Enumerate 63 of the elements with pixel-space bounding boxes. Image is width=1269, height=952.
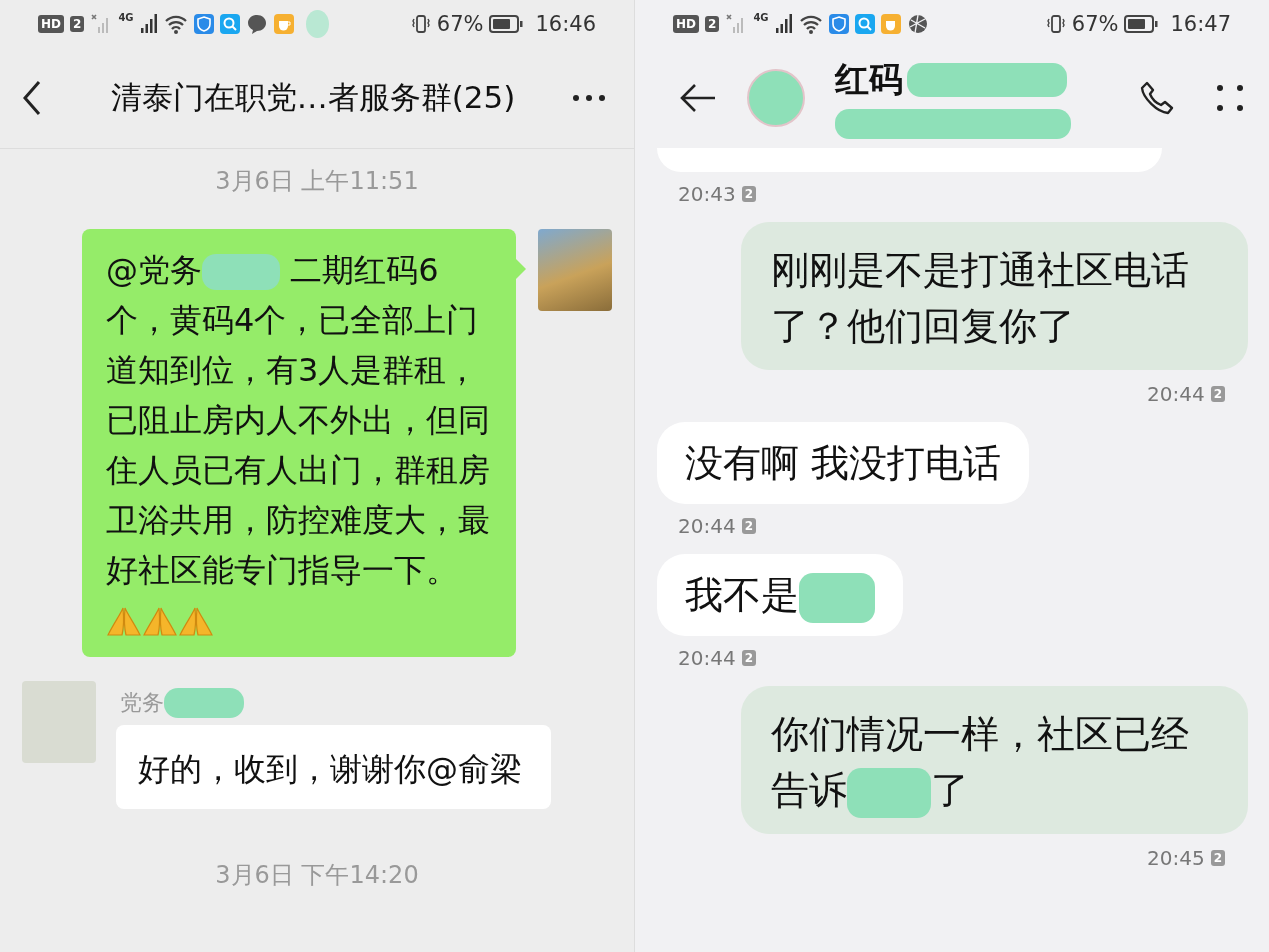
- chat-bubble-icon: [245, 13, 268, 35]
- phone-icon: [1139, 80, 1175, 116]
- chevron-left-icon: [22, 80, 42, 116]
- search-app-icon: [854, 13, 875, 35]
- sim-badge: 2: [705, 16, 720, 32]
- more-icon: [572, 94, 606, 102]
- message-time: 20:44: [1147, 382, 1205, 406]
- message-text: 我不是: [685, 573, 799, 617]
- sim-badge: 2: [1210, 850, 1225, 866]
- signal-icon: [774, 13, 793, 35]
- message-text: 个，黄码4个，已全部上门道知到位，有3人是群租，已阻止房内人不外出，但同住人员已有人出门，群租房卫浴共用，防控难度大，最好社区能专门指导一下。: [106, 300, 491, 591]
- battery-icon: [1124, 13, 1159, 35]
- message-text: 告诉: [771, 768, 847, 812]
- timestamp: 3月6日 上午11:51: [214, 166, 420, 197]
- network-label: 4G: [753, 12, 769, 23]
- more-button[interactable]: [1215, 83, 1245, 113]
- sim-badge: 2: [741, 186, 756, 202]
- signal-icon: [139, 13, 158, 35]
- message-text: 了: [931, 768, 969, 812]
- shield-app-icon: [193, 13, 214, 35]
- network-label: 4G: [118, 12, 134, 23]
- hd-badge: HD: [38, 15, 64, 33]
- message-text: 好的，收到，谢谢你@俞梁: [138, 750, 522, 788]
- shield-app-icon: [828, 13, 849, 35]
- vibrate-icon: [1045, 13, 1066, 35]
- call-button[interactable]: [1139, 80, 1175, 116]
- globe-icon: [906, 13, 929, 35]
- message-text: 刚刚是不是打通社区电话了？他们回复你了: [771, 248, 1189, 348]
- praying-hands-icon: [142, 605, 178, 639]
- vibrate-icon: [410, 13, 431, 35]
- status-time: 16:47: [1170, 12, 1231, 36]
- battery-icon: [489, 13, 524, 35]
- status-time: 16:46: [535, 12, 596, 36]
- message-text: @党务: [106, 251, 202, 289]
- hd-badge: HD: [673, 15, 699, 33]
- sim-badge: 2: [741, 650, 756, 666]
- message-text: 没有啊 我没打电话: [685, 441, 1002, 485]
- sim-badge: 2: [70, 16, 85, 32]
- search-app-icon: [219, 13, 240, 35]
- contact-name: 红码: [835, 58, 903, 101]
- praying-hands-icon: [178, 605, 214, 639]
- avatar: [747, 69, 805, 127]
- battery-percent: 67%: [436, 12, 484, 36]
- timestamp: 3月6日 下午14:20: [214, 860, 420, 891]
- chat-title: 清泰门在职党…者服务群(25): [109, 78, 517, 117]
- back-button[interactable]: [679, 83, 717, 113]
- battery-percent: 67%: [1071, 12, 1119, 36]
- wifi-icon: [798, 13, 823, 35]
- message-time: 20:44: [678, 646, 736, 670]
- praying-hands-icon: [106, 605, 142, 639]
- message-time: 20:44: [678, 514, 736, 538]
- message-time: 20:45: [1147, 846, 1205, 870]
- message-text: 二期红码6: [289, 251, 439, 289]
- more-icon: [1215, 83, 1245, 113]
- message-text: 你们情况一样，社区已经: [771, 711, 1190, 758]
- sim-badge: 2: [1210, 386, 1225, 402]
- wifi-icon: [163, 13, 188, 35]
- cup-app-icon: [273, 13, 294, 35]
- message-time: 20:43: [678, 182, 736, 206]
- sim-badge: 2: [741, 518, 756, 534]
- sender-name: 党务: [120, 689, 164, 717]
- cup-app-icon: [880, 13, 901, 35]
- arrow-left-icon: [679, 83, 717, 113]
